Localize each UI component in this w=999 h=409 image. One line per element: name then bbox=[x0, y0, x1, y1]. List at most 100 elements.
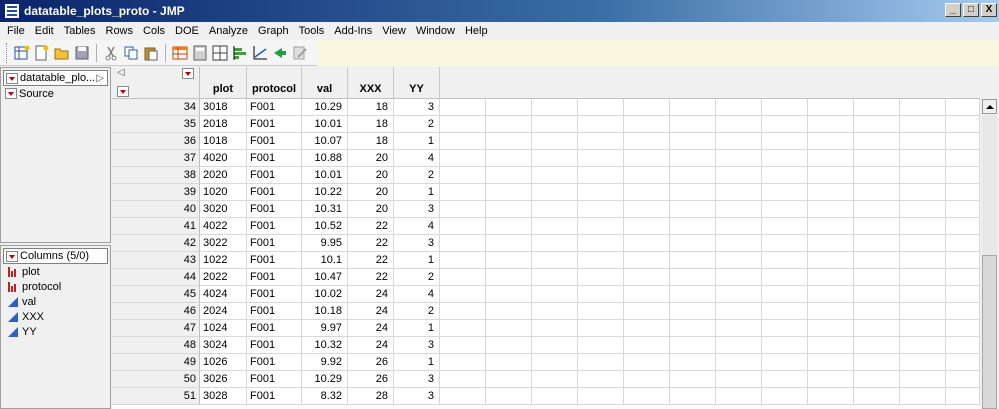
empty-cell[interactable] bbox=[486, 99, 532, 116]
empty-cell[interactable] bbox=[854, 388, 900, 405]
cell-yy[interactable]: 2 bbox=[394, 303, 440, 320]
empty-cell[interactable] bbox=[532, 218, 578, 235]
red-triangle-menu-icon[interactable] bbox=[182, 68, 194, 79]
cell-protocol[interactable]: F001 bbox=[247, 99, 302, 116]
empty-cell[interactable] bbox=[670, 286, 716, 303]
cell-plot[interactable]: 2018 bbox=[200, 116, 247, 133]
cell-protocol[interactable]: F001 bbox=[247, 286, 302, 303]
toolbar-grip[interactable] bbox=[6, 42, 9, 63]
empty-cell[interactable] bbox=[624, 167, 670, 184]
row-number[interactable]: 37 bbox=[112, 150, 200, 167]
cell-protocol[interactable]: F001 bbox=[247, 167, 302, 184]
menu-analyze[interactable]: Analyze bbox=[204, 25, 253, 37]
cell-plot[interactable]: 3024 bbox=[200, 337, 247, 354]
empty-cell[interactable] bbox=[578, 303, 624, 320]
empty-cell[interactable] bbox=[716, 184, 762, 201]
empty-cell[interactable] bbox=[716, 235, 762, 252]
empty-cell[interactable] bbox=[578, 218, 624, 235]
cell-val[interactable]: 10.22 bbox=[302, 184, 348, 201]
empty-cell[interactable] bbox=[808, 201, 854, 218]
empty-cell[interactable] bbox=[532, 116, 578, 133]
empty-cell[interactable] bbox=[808, 133, 854, 150]
empty-cell[interactable] bbox=[900, 388, 946, 405]
empty-cell[interactable] bbox=[716, 116, 762, 133]
cell-val[interactable]: 10.29 bbox=[302, 371, 348, 388]
empty-cell[interactable] bbox=[854, 269, 900, 286]
cell-protocol[interactable]: F001 bbox=[247, 303, 302, 320]
expand-right-icon[interactable]: ▷ bbox=[96, 73, 107, 84]
empty-cell[interactable] bbox=[808, 269, 854, 286]
cell-val[interactable]: 10.88 bbox=[302, 150, 348, 167]
cell-plot[interactable]: 1022 bbox=[200, 252, 247, 269]
empty-cell[interactable] bbox=[716, 150, 762, 167]
empty-cell[interactable] bbox=[900, 303, 946, 320]
empty-cell[interactable] bbox=[900, 320, 946, 337]
empty-cell[interactable] bbox=[486, 167, 532, 184]
empty-cell[interactable] bbox=[900, 252, 946, 269]
empty-cell[interactable] bbox=[440, 371, 486, 388]
empty-cell[interactable] bbox=[716, 371, 762, 388]
empty-cell[interactable] bbox=[762, 371, 808, 388]
cell-plot[interactable]: 3018 bbox=[200, 99, 247, 116]
empty-cell[interactable] bbox=[716, 133, 762, 150]
empty-cell[interactable] bbox=[808, 303, 854, 320]
empty-cell[interactable] bbox=[578, 269, 624, 286]
empty-cell[interactable] bbox=[486, 337, 532, 354]
empty-cell[interactable] bbox=[670, 184, 716, 201]
copy-icon[interactable] bbox=[122, 44, 140, 62]
empty-cell[interactable] bbox=[808, 371, 854, 388]
empty-cell[interactable] bbox=[946, 269, 980, 286]
empty-cell[interactable] bbox=[624, 303, 670, 320]
cell-protocol[interactable]: F001 bbox=[247, 354, 302, 371]
empty-cell[interactable] bbox=[670, 371, 716, 388]
empty-cell[interactable] bbox=[532, 286, 578, 303]
red-triangle-menu-icon[interactable] bbox=[117, 86, 129, 97]
empty-cell[interactable] bbox=[946, 133, 980, 150]
empty-cell[interactable] bbox=[808, 388, 854, 405]
row-number[interactable]: 43 bbox=[112, 252, 200, 269]
menu-window[interactable]: Window bbox=[411, 25, 460, 37]
empty-cell[interactable] bbox=[716, 218, 762, 235]
empty-cell[interactable] bbox=[762, 303, 808, 320]
cell-xxx[interactable]: 22 bbox=[348, 218, 394, 235]
cell-xxx[interactable]: 20 bbox=[348, 150, 394, 167]
empty-cell[interactable] bbox=[808, 252, 854, 269]
empty-cell[interactable] bbox=[946, 218, 980, 235]
column-header-xxx[interactable]: XXX bbox=[348, 67, 394, 99]
cell-yy[interactable]: 3 bbox=[394, 235, 440, 252]
empty-cell[interactable] bbox=[762, 218, 808, 235]
cell-xxx[interactable]: 20 bbox=[348, 201, 394, 218]
empty-cell[interactable] bbox=[532, 269, 578, 286]
empty-cell[interactable] bbox=[900, 99, 946, 116]
row-number[interactable]: 50 bbox=[112, 371, 200, 388]
empty-cell[interactable] bbox=[486, 218, 532, 235]
empty-cell[interactable] bbox=[578, 337, 624, 354]
cell-xxx[interactable]: 24 bbox=[348, 303, 394, 320]
empty-cell[interactable] bbox=[716, 303, 762, 320]
cell-plot[interactable]: 3026 bbox=[200, 371, 247, 388]
empty-cell[interactable] bbox=[670, 388, 716, 405]
empty-cell[interactable] bbox=[670, 133, 716, 150]
empty-cell[interactable] bbox=[440, 99, 486, 116]
empty-cell[interactable] bbox=[624, 235, 670, 252]
menu-view[interactable]: View bbox=[377, 25, 411, 37]
empty-cell[interactable] bbox=[854, 354, 900, 371]
empty-cell[interactable] bbox=[532, 167, 578, 184]
empty-cell[interactable] bbox=[946, 371, 980, 388]
empty-cell[interactable] bbox=[900, 371, 946, 388]
cell-val[interactable]: 9.92 bbox=[302, 354, 348, 371]
cell-yy[interactable]: 4 bbox=[394, 286, 440, 303]
table-icon[interactable] bbox=[171, 44, 189, 62]
cell-plot[interactable]: 1018 bbox=[200, 133, 247, 150]
empty-cell[interactable] bbox=[946, 99, 980, 116]
row-number[interactable]: 36 bbox=[112, 133, 200, 150]
empty-cell[interactable] bbox=[946, 184, 980, 201]
empty-cell[interactable] bbox=[624, 184, 670, 201]
cell-protocol[interactable]: F001 bbox=[247, 201, 302, 218]
empty-cell[interactable] bbox=[624, 252, 670, 269]
minimize-button[interactable]: _ bbox=[945, 3, 961, 17]
empty-cell[interactable] bbox=[440, 252, 486, 269]
empty-cell[interactable] bbox=[670, 235, 716, 252]
close-button[interactable]: X bbox=[981, 3, 997, 17]
empty-cell[interactable] bbox=[762, 320, 808, 337]
